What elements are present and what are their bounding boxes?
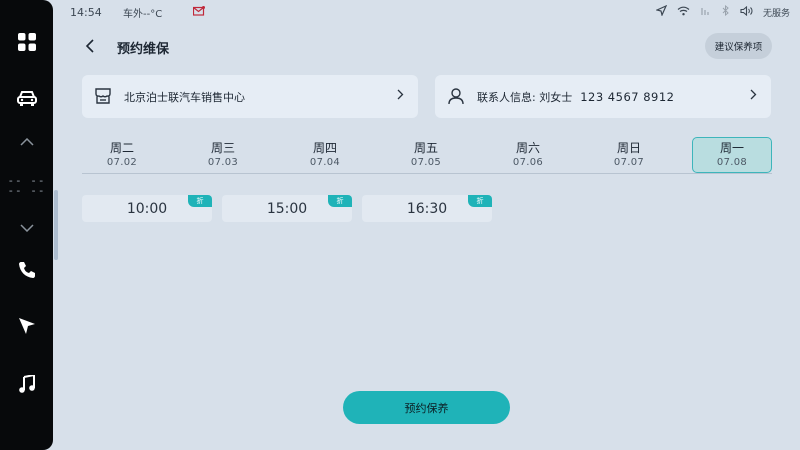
date-tab-weekday: 周三 bbox=[210, 140, 235, 155]
temp-up-icon[interactable] bbox=[0, 122, 53, 162]
outside-temperature: 车外--°C bbox=[123, 8, 163, 20]
book-maintenance-button[interactable]: 预约保养 bbox=[343, 391, 510, 424]
clock: 14:54 bbox=[70, 5, 102, 19]
suggested-maintenance-button[interactable]: 建议保养项 bbox=[705, 33, 772, 59]
discount-badge: 折 bbox=[188, 195, 212, 207]
dealer-name: 北京泊士联汽车销售中心 bbox=[124, 90, 245, 104]
date-tab-date: 07.07 bbox=[613, 156, 645, 168]
page-title: 预约维保 bbox=[117, 42, 170, 57]
store-icon bbox=[94, 87, 112, 108]
back-button[interactable] bbox=[80, 36, 100, 56]
wifi-icon bbox=[677, 6, 690, 19]
date-tab-date: 07.06 bbox=[512, 156, 544, 168]
date-tab-date: 07.04 bbox=[309, 156, 341, 168]
time-slot[interactable]: 10:00 折 bbox=[82, 195, 212, 222]
time-slot-time: 16:30 bbox=[406, 200, 448, 217]
time-slot[interactable]: 16:30 折 bbox=[362, 195, 492, 222]
date-tab-date: 07.08 bbox=[716, 156, 748, 168]
navigation-icon[interactable] bbox=[0, 306, 53, 346]
message-icon[interactable] bbox=[192, 6, 205, 19]
date-tab[interactable]: 周五 07.05 bbox=[386, 136, 466, 174]
location-icon bbox=[655, 4, 668, 19]
contact-phone: 123 4567 8912 bbox=[580, 89, 675, 104]
hvac-temp-readout: -- -- -- -- bbox=[0, 166, 53, 206]
discount-badge: 折 bbox=[468, 195, 492, 207]
dock-drag-handle[interactable] bbox=[54, 190, 58, 260]
time-slot-time: 15:00 bbox=[266, 200, 308, 217]
date-tab[interactable]: 周六 07.06 bbox=[488, 136, 568, 174]
date-tab[interactable]: 周四 07.04 bbox=[285, 136, 365, 174]
date-tab-selected[interactable]: 周一 07.08 bbox=[692, 137, 772, 173]
music-icon[interactable] bbox=[0, 364, 53, 404]
car-icon[interactable] bbox=[0, 78, 53, 118]
hvac-temp-text: -- -- -- -- bbox=[7, 174, 46, 197]
date-tab-weekday: 周日 bbox=[616, 140, 641, 155]
discount-badge: 折 bbox=[328, 195, 352, 207]
temp-down-icon[interactable] bbox=[0, 208, 53, 248]
person-icon bbox=[447, 87, 465, 108]
time-slot-time: 10:00 bbox=[126, 200, 168, 217]
dealer-card[interactable]: 北京泊士联汽车销售中心 bbox=[82, 75, 418, 118]
signal-icon bbox=[700, 6, 712, 19]
date-tab-weekday: 周五 bbox=[413, 140, 438, 155]
status-icons: 无服务 bbox=[655, 4, 790, 19]
date-selector: 周二 07.02 周三 07.03 周四 07.04 周五 07.05 周六 0… bbox=[82, 136, 772, 174]
app-dock: -- -- -- -- bbox=[0, 0, 53, 450]
date-tab-weekday: 周二 bbox=[109, 140, 134, 155]
date-tab[interactable]: 周日 07.07 bbox=[589, 136, 669, 174]
date-tab-date: 07.02 bbox=[106, 156, 138, 168]
date-tab-weekday: 周六 bbox=[515, 140, 540, 155]
contact-info: 联系人信息: 刘女士 123 4567 8912 bbox=[477, 89, 675, 105]
chevron-right-icon bbox=[750, 89, 757, 103]
chevron-right-icon bbox=[397, 89, 404, 103]
bluetooth-icon bbox=[722, 4, 730, 19]
contact-label: 联系人信息: 刘女士 bbox=[477, 90, 573, 104]
date-tab-weekday: 周四 bbox=[312, 140, 337, 155]
chevron-left-icon bbox=[85, 39, 94, 53]
date-tab[interactable]: 周三 07.03 bbox=[183, 136, 263, 174]
network-service-status: 无服务 bbox=[762, 8, 790, 19]
time-slot[interactable]: 15:00 折 bbox=[222, 195, 352, 222]
date-tab-weekday: 周一 bbox=[719, 140, 744, 155]
date-tab[interactable]: 周二 07.02 bbox=[82, 136, 162, 174]
apps-grid-icon[interactable] bbox=[0, 22, 53, 62]
contact-card[interactable]: 联系人信息: 刘女士 123 4567 8912 bbox=[435, 75, 771, 118]
date-tab-date: 07.05 bbox=[410, 156, 442, 168]
date-tab-date: 07.03 bbox=[207, 156, 239, 168]
volume-icon bbox=[740, 5, 753, 19]
phone-icon[interactable] bbox=[0, 250, 53, 290]
status-bar: 14:54 车外--°C 无服务 bbox=[53, 0, 800, 24]
